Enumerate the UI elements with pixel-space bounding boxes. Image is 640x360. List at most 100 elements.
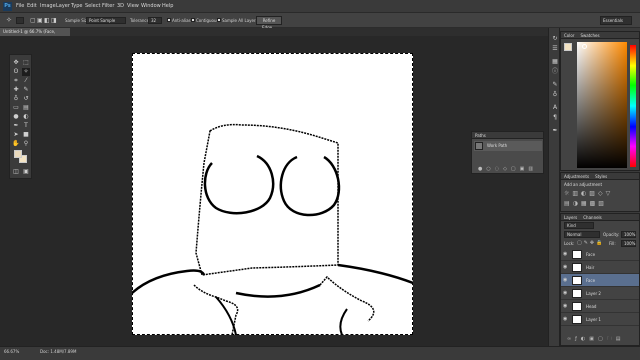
menu-edit[interactable]: Edit bbox=[27, 0, 37, 13]
history-icon[interactable]: ↻ bbox=[551, 35, 559, 43]
eye-icon[interactable]: ◉ bbox=[563, 251, 569, 257]
tab-styles[interactable]: Styles bbox=[595, 173, 607, 179]
layer-row-head[interactable]: ◉ Head bbox=[561, 300, 639, 313]
layer-name: Head bbox=[586, 304, 597, 309]
history-brush-icon[interactable]: ↺ bbox=[22, 95, 30, 103]
sample-size-select[interactable]: Point Sample bbox=[86, 17, 126, 24]
color-picker-cursor[interactable] bbox=[582, 44, 587, 49]
refine-edge-button[interactable]: Refine Edge... bbox=[256, 16, 282, 30]
layer-row-layer-1[interactable]: ◉ Layer 1 bbox=[561, 313, 639, 326]
tab-color[interactable]: Color bbox=[564, 32, 574, 38]
menu-filter[interactable]: Filter bbox=[102, 0, 114, 13]
blend-mode-select[interactable]: Normal bbox=[564, 231, 600, 238]
gradient-tool-icon[interactable]: ▤ bbox=[22, 104, 30, 112]
contiguous-checkbox[interactable] bbox=[191, 18, 195, 22]
menu-type[interactable]: Type bbox=[71, 0, 82, 13]
menu-select[interactable]: Select bbox=[85, 0, 100, 13]
workspace-select[interactable]: Essentials bbox=[600, 16, 632, 25]
collar-right bbox=[319, 275, 375, 322]
eyedropper-tool-icon[interactable]: ⁄ bbox=[22, 77, 30, 85]
menu-window[interactable]: Window bbox=[141, 0, 161, 13]
tool-preset-picker[interactable] bbox=[16, 17, 24, 24]
lock-icons[interactable]: ▢✎✥🔒 bbox=[577, 240, 604, 246]
add-selection-icon[interactable]: ▣ bbox=[37, 13, 43, 28]
layer-row-hair[interactable]: ◉ Hair bbox=[561, 261, 639, 274]
menu-image[interactable]: Image bbox=[40, 0, 56, 13]
menu-help[interactable]: Help bbox=[162, 0, 173, 13]
fill-input[interactable]: 100% bbox=[621, 240, 636, 247]
opacity-input[interactable]: 100% bbox=[621, 231, 636, 238]
toolbox: ✥ ⬚ ʘ ✧ ⌗ ⁄ ✚ ✎ ♁ ↺ ▭ ▤ ● ◐ ✒ T ➤ ■ ✋ ⚲ … bbox=[9, 54, 32, 179]
lasso-tool-icon[interactable]: ʘ bbox=[12, 68, 20, 76]
clone-source-icon[interactable]: ♁ bbox=[551, 91, 559, 99]
menu-layer[interactable]: Layer bbox=[56, 0, 70, 13]
paths-panel-icon[interactable]: ✒ bbox=[551, 127, 559, 135]
tolerance-input[interactable]: 32 bbox=[148, 17, 162, 24]
zoom-level[interactable]: 66.67% bbox=[4, 347, 19, 356]
eye-icon[interactable]: ◉ bbox=[563, 303, 569, 309]
menu-file[interactable]: File bbox=[16, 0, 24, 13]
new-selection-icon[interactable]: ▢ bbox=[30, 13, 36, 28]
shape-tool-icon[interactable]: ■ bbox=[22, 131, 30, 139]
magic-wand-tool-icon[interactable]: ✧ bbox=[22, 68, 30, 76]
anti-alias-checkbox[interactable] bbox=[167, 18, 171, 22]
tab-channels[interactable]: Channels bbox=[583, 214, 602, 220]
color-fg-swatch[interactable] bbox=[564, 43, 572, 51]
brush-tool-icon[interactable]: ✎ bbox=[22, 86, 30, 94]
document-canvas[interactable] bbox=[131, 53, 414, 336]
intersect-selection-icon[interactable]: ◨ bbox=[51, 13, 57, 28]
tab-adjustments[interactable]: Adjustments bbox=[564, 173, 589, 179]
pen-tool-icon[interactable]: ✒ bbox=[12, 122, 20, 130]
color-picker-field[interactable] bbox=[577, 42, 627, 168]
layer-row-face-selected[interactable]: ◉ Face bbox=[561, 274, 639, 287]
tab-layers[interactable]: Layers bbox=[564, 214, 577, 220]
paragraph-icon[interactable]: ¶ bbox=[551, 114, 559, 122]
layers-footer-icons[interactable]: ∞ƒ◐▣▢🗀▤ bbox=[567, 336, 624, 344]
photoshop-logo: Ps bbox=[3, 2, 12, 11]
eraser-tool-icon[interactable]: ▭ bbox=[12, 104, 20, 112]
contiguous-label: Contiguous bbox=[196, 18, 219, 23]
menu-3d[interactable]: 3D bbox=[117, 0, 124, 13]
character-icon[interactable]: A bbox=[551, 104, 559, 112]
crop-tool-icon[interactable]: ⌗ bbox=[12, 77, 20, 85]
clone-stamp-icon[interactable]: ♁ bbox=[12, 95, 20, 103]
info-icon[interactable]: ⓘ bbox=[551, 68, 559, 76]
adjustment-icons-row2[interactable]: ▤◑▦▩▧ bbox=[564, 200, 607, 207]
eye-icon[interactable]: ◉ bbox=[563, 316, 569, 322]
tab-untitled-1[interactable]: Untitled-1 @ 66.7% (Face, RGB/8) * bbox=[0, 28, 70, 42]
layer-kind-filter[interactable]: Kind bbox=[564, 222, 594, 229]
eye-icon[interactable]: ◉ bbox=[563, 264, 569, 270]
layer-row-layer-2[interactable]: ◉ Layer 2 bbox=[561, 287, 639, 300]
menu-view[interactable]: View bbox=[127, 0, 139, 13]
screen-mode-icon[interactable]: ▣ bbox=[22, 168, 30, 176]
swatches-icon[interactable]: ▦ bbox=[551, 58, 559, 66]
tab-swatches[interactable]: Swatches bbox=[580, 32, 599, 38]
magic-wand-icon[interactable]: ✧ bbox=[6, 13, 12, 28]
healing-brush-icon[interactable]: ✚ bbox=[12, 86, 20, 94]
hand-tool-icon[interactable]: ✋ bbox=[12, 140, 20, 148]
fill-label: Fill: bbox=[609, 241, 616, 246]
type-tool-icon[interactable]: T bbox=[22, 122, 30, 130]
move-tool-icon[interactable]: ✥ bbox=[12, 59, 20, 67]
zoom-tool-icon[interactable]: ⚲ bbox=[22, 140, 30, 148]
blur-tool-icon[interactable]: ● bbox=[12, 113, 20, 121]
status-bar: 66.67% Doc: 1.48M/7.89M bbox=[0, 346, 640, 360]
eye-icon[interactable]: ◉ bbox=[563, 277, 569, 283]
hue-slider[interactable] bbox=[630, 45, 636, 167]
properties-icon[interactable]: ☰ bbox=[551, 45, 559, 53]
paths-footer-icons[interactable]: ●○◌◇▢▣▥ bbox=[478, 166, 537, 172]
subtract-selection-icon[interactable]: ◧ bbox=[44, 13, 50, 28]
paths-panel-title[interactable]: Paths bbox=[472, 132, 543, 139]
quick-mask-icon[interactable]: ◫ bbox=[12, 168, 20, 176]
foreground-color-swatch[interactable] bbox=[14, 150, 22, 158]
layer-row-face-top[interactable]: ◉ Face bbox=[561, 248, 639, 261]
work-path-row[interactable]: Work Path bbox=[474, 141, 542, 151]
layer-name: Face bbox=[586, 278, 596, 283]
dodge-tool-icon[interactable]: ◐ bbox=[22, 113, 30, 121]
adjustment-icons-row1[interactable]: ☼▥◐▨◇▽ bbox=[564, 190, 613, 197]
brush-panel-icon[interactable]: ✎ bbox=[551, 81, 559, 89]
path-selection-icon[interactable]: ➤ bbox=[12, 131, 20, 139]
eye-icon[interactable]: ◉ bbox=[563, 290, 569, 296]
sample-all-layers-checkbox[interactable] bbox=[217, 18, 221, 22]
marquee-tool-icon[interactable]: ⬚ bbox=[22, 59, 30, 67]
